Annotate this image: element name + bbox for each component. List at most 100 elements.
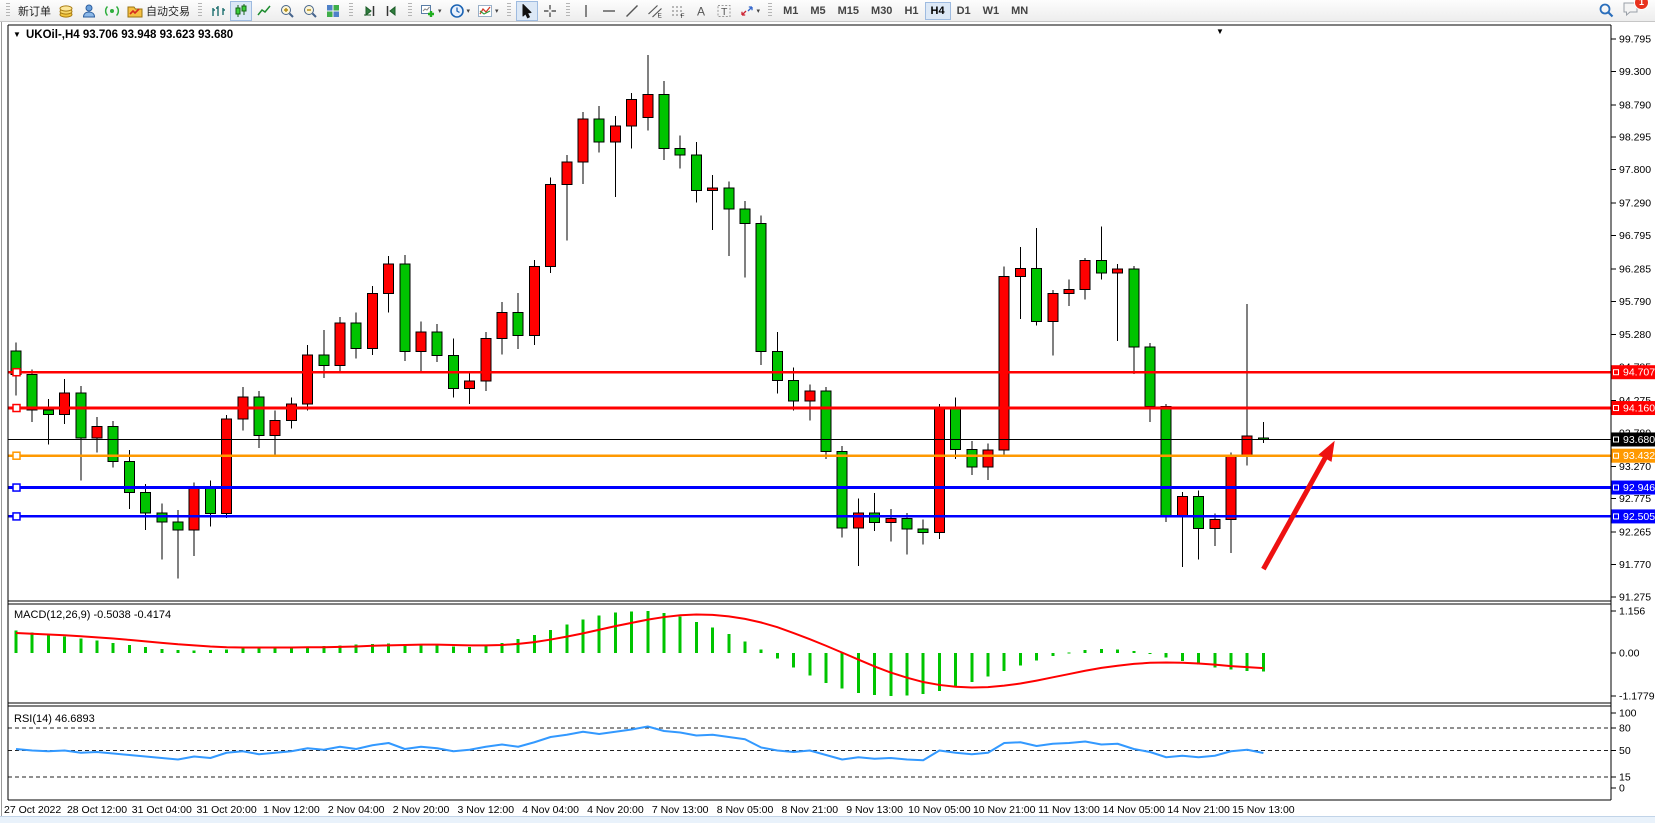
level-price-text: 93.432	[1623, 450, 1655, 462]
candle-body	[578, 119, 588, 162]
auto-scroll-icon[interactable]	[358, 1, 380, 21]
macd-histogram-bar	[744, 641, 747, 653]
candle-body	[691, 155, 701, 190]
timeframe-button-M1[interactable]: M1	[777, 2, 804, 20]
macd-histogram-bar	[209, 650, 212, 653]
candle-body	[870, 513, 880, 523]
timeframe-button-D1[interactable]: D1	[951, 2, 977, 20]
date-axis-label: 31 Oct 04:00	[132, 804, 192, 816]
auto-trading-label: 自动交易	[146, 3, 190, 19]
macd-histogram-bar	[727, 634, 730, 653]
toolbar-grip[interactable]	[198, 3, 202, 18]
toolbar: 新订单 自动交易	[0, 0, 1655, 22]
level-line-handle[interactable]	[13, 513, 20, 520]
date-axis-label: 8 Nov 21:00	[781, 804, 838, 816]
macd-histogram-bar	[484, 646, 487, 653]
fibonacci-tool-icon[interactable]: F	[667, 1, 689, 21]
candle-body	[76, 393, 86, 438]
macd-histogram-bar	[970, 653, 973, 682]
macd-histogram-bar	[63, 637, 66, 653]
axis-label: 0	[1619, 783, 1625, 795]
macd-histogram-bar	[47, 635, 50, 653]
candle-body	[1161, 407, 1171, 516]
candle-body	[481, 339, 491, 382]
candle-body	[60, 393, 70, 415]
macd-histogram-bar	[1116, 649, 1119, 653]
toolbar-grip[interactable]	[768, 3, 772, 18]
timeframe-button-M15[interactable]: M15	[832, 2, 865, 20]
horizontal-line-tool-icon[interactable]	[598, 1, 620, 21]
macd-histogram-bar	[987, 653, 990, 677]
candle-body	[351, 323, 361, 349]
candle-body	[432, 332, 442, 356]
axis-label: 98.790	[1619, 99, 1651, 111]
tile-windows-icon[interactable]	[322, 1, 344, 21]
timeframe-button-H4[interactable]: H4	[925, 2, 951, 20]
level-line-handle[interactable]	[13, 369, 20, 376]
toolbar-grip[interactable]	[6, 3, 10, 18]
signal-icon[interactable]	[101, 1, 123, 21]
candlestick-chart-type-icon[interactable]	[230, 1, 252, 21]
axis-label: 50	[1619, 745, 1631, 757]
macd-histogram-bar	[808, 653, 811, 676]
macd-histogram-bar	[582, 620, 585, 653]
date-axis-label: 14 Nov 21:00	[1167, 804, 1230, 816]
periodicity-clock-button[interactable]: ▾	[446, 1, 474, 21]
level-line-handle[interactable]	[13, 405, 20, 412]
text-tool-icon[interactable]: A	[690, 1, 712, 21]
toolbar-grip[interactable]	[349, 3, 353, 18]
zoom-in-icon[interactable]	[276, 1, 298, 21]
new-order-button[interactable]: 新订单	[15, 1, 54, 21]
symbol-dropdown-icon[interactable]: ▼	[13, 30, 21, 39]
line-chart-type-icon[interactable]	[253, 1, 275, 21]
vertical-line-tool-icon[interactable]	[575, 1, 597, 21]
indicators-button[interactable]: ▾	[474, 1, 502, 21]
zoom-out-icon[interactable]	[299, 1, 321, 21]
svg-text:A: A	[697, 4, 705, 18]
crosshair-tool-icon[interactable]	[539, 1, 561, 21]
axis-label: 97.290	[1619, 198, 1651, 210]
cursor-tool-icon[interactable]	[516, 1, 538, 21]
macd-histogram-bar	[954, 653, 957, 687]
search-icon[interactable]	[1595, 1, 1618, 21]
trendline-tool-icon[interactable]	[621, 1, 643, 21]
macd-histogram-bar	[565, 625, 568, 653]
candle-body	[740, 209, 750, 223]
toolbar-grip[interactable]	[408, 3, 412, 18]
candle-body	[1048, 293, 1058, 321]
timeframe-button-H1[interactable]: H1	[898, 2, 924, 20]
one-click-panel-arrow[interactable]: ▼	[1216, 27, 1224, 36]
macd-histogram-bar	[112, 643, 115, 653]
new-chart-button[interactable]: ▾	[417, 1, 445, 21]
candle-body	[189, 488, 199, 530]
candle-body	[659, 94, 669, 148]
toolbar-grip[interactable]	[566, 3, 570, 18]
date-axis-label: 3 Nov 12:00	[457, 804, 514, 816]
equidistant-channel-tool-icon[interactable]: E	[644, 1, 666, 21]
market-community-icon[interactable]	[78, 1, 100, 21]
chart-shift-icon[interactable]	[381, 1, 403, 21]
candle-body	[254, 397, 264, 436]
candle-body	[708, 188, 718, 191]
notification-badge[interactable]: 1	[1634, 0, 1649, 10]
macd-histogram-bar	[177, 650, 180, 653]
candle-body	[562, 162, 572, 185]
arrows-tool-icon[interactable]: ▾	[736, 1, 764, 21]
candle-body	[173, 522, 183, 530]
timeframe-button-M30[interactable]: M30	[865, 2, 898, 20]
chat-button[interactable]: 1	[1619, 0, 1643, 22]
gold-coins-icon[interactable]	[55, 1, 77, 21]
chart-title: UKOil-,H4 93.706 93.948 93.623 93.680	[26, 29, 233, 41]
toolbar-grip[interactable]	[507, 3, 511, 18]
candle-body	[270, 420, 280, 435]
text-label-tool-icon[interactable]: T	[713, 1, 735, 21]
macd-histogram-bar	[533, 635, 536, 653]
timeframe-button-W1[interactable]: W1	[977, 2, 1006, 20]
auto-trading-button[interactable]: 自动交易	[124, 1, 193, 21]
bar-chart-type-icon[interactable]	[207, 1, 229, 21]
timeframe-button-MN[interactable]: MN	[1005, 2, 1034, 20]
level-line-handle[interactable]	[13, 484, 20, 491]
timeframe-button-M5[interactable]: M5	[804, 2, 831, 20]
level-line-handle[interactable]	[13, 452, 20, 459]
candle-body	[643, 94, 653, 117]
